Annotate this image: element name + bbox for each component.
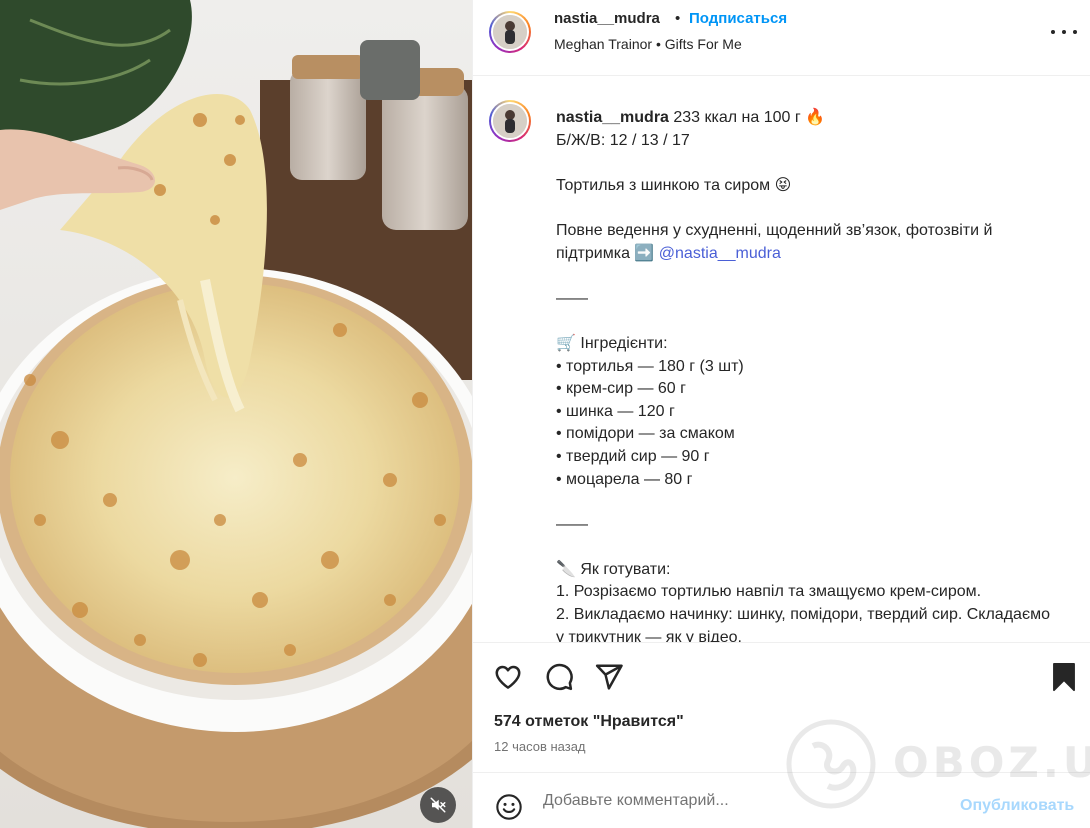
paper-plane-icon[interactable] [594, 662, 624, 692]
audio-track[interactable]: Gifts For Me [665, 36, 742, 52]
post-photo [0, 0, 472, 828]
caption-mention-link[interactable]: @nastia__mudra [659, 245, 781, 262]
ingredients-title: 🛒 Інгредієнти: [556, 334, 668, 352]
caption-area: nastia__mudra 233 ккал на 100 г 🔥 Б/Ж/В:… [473, 77, 1090, 642]
step-item: 2. Викладаємо начинку: шинку, помідори, … [556, 606, 1055, 642]
audio-separator: • [655, 36, 661, 52]
post-timestamp[interactable]: 12 часов назад [494, 739, 586, 754]
ingredient-item: • шинка — 120 г [556, 402, 675, 420]
likes-count[interactable]: 574 отметок "Нравится" [494, 713, 684, 731]
ingredient-item: • моцарела — 80 г [556, 470, 693, 488]
ingredient-item: • твердий сир — 90 г [556, 447, 710, 465]
ingredient-item: • тортилья — 180 г (3 шт) [556, 357, 744, 375]
steps-title: 🔪 Як готувати: [556, 560, 671, 578]
comment-bar: Опубликовать [473, 772, 1090, 828]
caption-divider: —— [556, 289, 588, 307]
comment-input[interactable] [543, 789, 943, 813]
caption-line: Б/Ж/В: 12 / 13 / 17 [556, 131, 690, 149]
step-item: 1. Розрізаємо тортилью навпіл та змащуєм… [556, 583, 982, 601]
post-header: nastia__mudra • Подписаться Meghan Train… [473, 0, 1090, 76]
ingredient-item: • крем-сир — 60 г [556, 380, 686, 398]
ingredient-item: • помідори — за смаком [556, 425, 735, 443]
caption-avatar[interactable] [489, 100, 531, 142]
heart-icon[interactable] [493, 662, 523, 692]
audio-artist[interactable]: Meghan Trainor [554, 36, 652, 52]
separator-dot: • [675, 10, 681, 27]
mute-button[interactable] [420, 787, 456, 823]
avatar-photo [493, 104, 527, 138]
caption-username[interactable]: nastia__mudra [556, 109, 669, 126]
caption-title: Тортилья з шинкою та сиром 😝 [556, 176, 792, 194]
post-username[interactable]: nastia__mudra [554, 10, 660, 27]
avatar-photo [493, 15, 527, 49]
bookmark-icon[interactable] [1050, 662, 1078, 692]
avatar[interactable] [489, 11, 531, 53]
more-dots-icon[interactable] [1051, 22, 1077, 42]
comment-icon[interactable] [544, 662, 574, 692]
caption-divider: —— [556, 515, 588, 533]
post-media[interactable] [0, 0, 472, 828]
audio-attribution[interactable]: Meghan Trainor • Gifts For Me [554, 36, 742, 52]
post-side-panel: nastia__mudra • Подписаться Meghan Train… [472, 0, 1090, 828]
follow-button[interactable]: Подписаться [689, 10, 787, 27]
publish-button[interactable]: Опубликовать [960, 797, 1074, 815]
smiley-icon[interactable] [495, 793, 523, 821]
post-caption: nastia__mudra 233 ккал на 100 г 🔥 Б/Ж/В:… [556, 107, 1056, 642]
caption-line: 233 ккал на 100 г 🔥 [668, 109, 826, 126]
speaker-muted-icon [430, 797, 446, 813]
